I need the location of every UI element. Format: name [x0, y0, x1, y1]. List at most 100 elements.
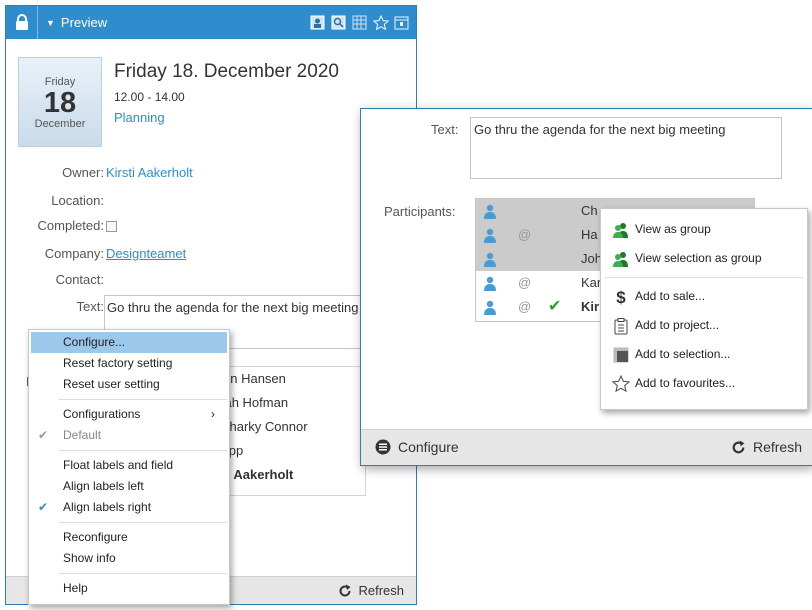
search-document-icon[interactable]: [330, 14, 347, 31]
star-icon: [612, 375, 630, 393]
selection-icon: [612, 346, 630, 364]
menu-item-configurations[interactable]: Configurations ›: [29, 404, 229, 425]
menu-item-configure[interactable]: Configure...: [31, 332, 227, 353]
contact-card-icon[interactable]: [309, 14, 326, 31]
owner-link[interactable]: Kirsti Aakerholt: [106, 165, 193, 180]
menu-item-align-left[interactable]: Align labels left: [29, 476, 229, 497]
menu-item-reconfigure[interactable]: Reconfigure: [29, 527, 229, 548]
menu-item-add-to-sale[interactable]: $ Add to sale...: [601, 282, 807, 311]
menu-item-label: View selection as group: [635, 251, 762, 265]
completed-checkbox[interactable]: [106, 221, 117, 232]
contact-row: Contact:: [6, 272, 104, 290]
date-badge: Friday 18 December: [18, 57, 102, 147]
menu-item-label: Reset factory setting: [63, 356, 173, 370]
preview-title: Preview: [60, 15, 108, 30]
menu-item-label: Add to selection...: [635, 347, 731, 361]
participant-item[interactable]: stian Hansen: [207, 367, 365, 391]
menu-item-reset-factory[interactable]: Reset factory setting: [29, 353, 229, 374]
preview-dropdown[interactable]: ▼ Preview: [46, 15, 107, 30]
participant-name: Ha: [581, 227, 598, 242]
menu-item-float-labels[interactable]: Float labels and field: [29, 455, 229, 476]
menu-item-label: Add to sale...: [635, 289, 706, 303]
menu-item-label: Add to favourites...: [635, 376, 736, 390]
refresh-button[interactable]: Refresh: [338, 583, 404, 598]
chevron-right-icon: ›: [211, 407, 215, 421]
menu-item-label: Add to project...: [635, 318, 720, 332]
configure-label: Configure: [398, 439, 459, 455]
refresh-label: Refresh: [752, 439, 802, 455]
lock-icon[interactable]: [6, 6, 38, 39]
participants-label: Participants:: [384, 204, 456, 219]
participants-list[interactable]: stian Hansen nnah Hofman n Sharky Connor…: [206, 366, 366, 496]
menu-item-label: Reconfigure: [63, 530, 128, 544]
refresh-button[interactable]: Refresh: [731, 439, 802, 455]
menu-item-align-right[interactable]: ✔ Align labels right: [29, 497, 229, 518]
menu-item-view-selection-as-group[interactable]: View selection as group: [601, 244, 807, 273]
participant-item[interactable]: rsti Aakerholt: [207, 463, 365, 487]
caret-down-icon: ▼: [46, 17, 55, 28]
participant-name: Ch: [581, 203, 598, 218]
menu-item-add-to-project[interactable]: Add to project...: [601, 311, 807, 340]
refresh-icon: [732, 440, 745, 453]
menu-item-view-as-group[interactable]: View as group: [601, 215, 807, 244]
menu-separator: [59, 450, 227, 451]
grid-icon[interactable]: [351, 14, 368, 31]
menu-item-label: Float labels and field: [63, 458, 174, 472]
title-toolbar: [309, 14, 410, 31]
appointment-time: 12.00 - 14.00: [114, 90, 185, 104]
star-icon[interactable]: [372, 14, 389, 31]
owner-row: Owner:: [6, 165, 104, 183]
menu-item-default: ✔ Default: [29, 425, 229, 446]
menu-item-label: Default: [63, 428, 102, 442]
at-icon: @: [518, 227, 532, 242]
menu-item-label: View as group: [635, 222, 711, 236]
company-label: Company:: [44, 246, 104, 261]
checkmark-icon: ✔: [38, 500, 49, 514]
clipboard-icon: [612, 317, 630, 335]
menu-item-add-to-selection[interactable]: Add to selection...: [601, 340, 807, 369]
menu-separator: [59, 522, 227, 523]
menu-circle-icon: [375, 439, 391, 455]
appointment-title: Friday 18. December 2020: [114, 61, 339, 82]
participant-item[interactable]: Klopp: [207, 439, 365, 463]
menu-item-reset-user[interactable]: Reset user setting: [29, 374, 229, 395]
checkmark-icon: ✔: [38, 428, 49, 442]
menu-item-label: Align labels left: [63, 479, 144, 493]
at-icon: @: [518, 299, 532, 314]
menu-item-help[interactable]: Help: [29, 578, 229, 599]
title-bar: ▼ Preview: [6, 6, 416, 39]
menu-separator: [59, 573, 227, 574]
completed-label: Completed:: [37, 218, 104, 233]
refresh-icon: [339, 584, 351, 596]
location-row: Location:: [6, 193, 104, 211]
menu-item-show-info[interactable]: Show info: [29, 548, 229, 569]
participants-context-menu: View as group View selection as group $ …: [600, 208, 808, 410]
participant-name: Kir: [581, 299, 600, 314]
menu-item-label: Reset user setting: [63, 377, 160, 391]
menu-item-add-to-favourites[interactable]: Add to favourites...: [601, 369, 807, 398]
company-row: Company:: [6, 246, 104, 264]
calendar-icon[interactable]: [393, 14, 410, 31]
menu-item-label: Configurations: [63, 407, 141, 421]
person-icon: [484, 299, 496, 323]
text-label: Text:: [431, 122, 459, 137]
dollar-icon: $: [616, 287, 626, 307]
appointment-type[interactable]: Planning: [114, 110, 165, 125]
group-person-icon: [612, 221, 630, 239]
owner-label: Owner:: [62, 165, 104, 180]
menu-item-label: Configure...: [63, 335, 126, 349]
participant-item[interactable]: n Sharky Connor: [207, 415, 365, 439]
footer-bar: Configure Refresh: [361, 429, 812, 465]
refresh-label: Refresh: [358, 583, 404, 598]
group-person-icon: [612, 250, 630, 268]
text-field[interactable]: Go thru the agenda for the next big meet…: [470, 117, 782, 179]
date-day: 18: [43, 87, 77, 119]
menu-item-label: Help: [63, 581, 88, 595]
at-icon: @: [518, 275, 532, 290]
completed-row: Completed:: [6, 218, 104, 236]
company-link[interactable]: Designteamet: [106, 246, 186, 261]
participant-name: Joh: [581, 251, 602, 266]
participant-item[interactable]: nnah Hofman: [207, 391, 365, 415]
configure-button[interactable]: Configure: [375, 439, 459, 455]
menu-item-label: Align labels right: [63, 500, 152, 514]
